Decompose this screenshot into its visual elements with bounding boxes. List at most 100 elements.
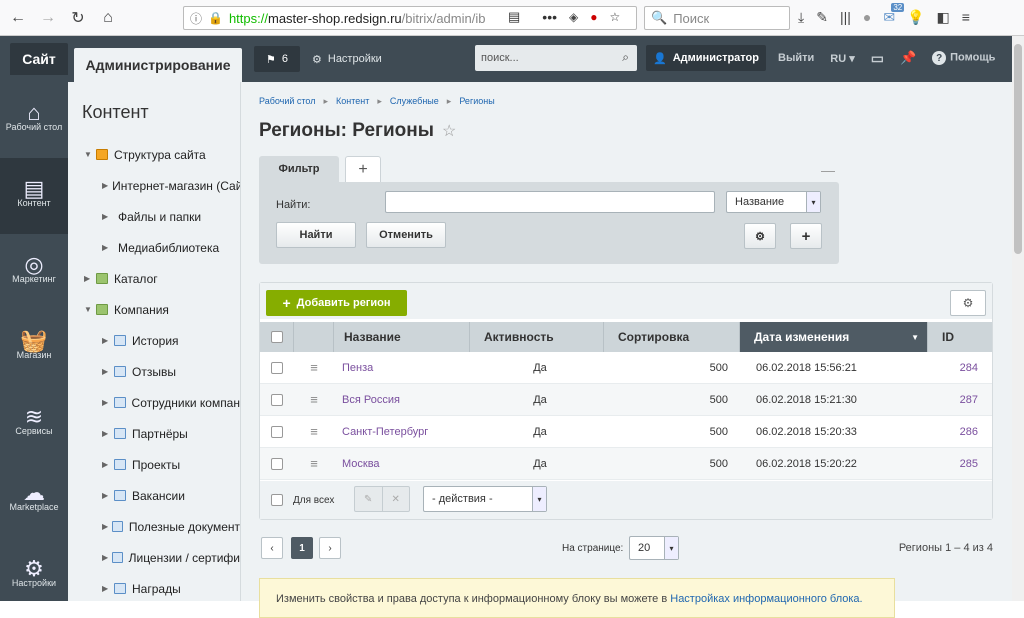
grid-settings-button[interactable]: ⚙ bbox=[950, 290, 986, 316]
row-id[interactable]: 285 bbox=[928, 458, 992, 470]
leftbar-item-content[interactable]: ▤ Контент bbox=[0, 158, 68, 234]
breadcrumb-item[interactable]: Рабочий стол bbox=[259, 96, 316, 107]
table-row[interactable]: ≡ Москва Да 500 06.02.2018 15:20:22 285 bbox=[260, 448, 992, 480]
logout-link[interactable]: Выйти bbox=[778, 52, 814, 64]
menu-item[interactable]: ▼ Структура сайта bbox=[68, 139, 240, 170]
chevron-down-icon[interactable]: ▼ bbox=[84, 150, 96, 159]
actions-select[interactable]: - действия - ▾ bbox=[423, 486, 547, 512]
chevron-right-icon[interactable]: ▶ bbox=[102, 584, 114, 593]
filter-settings-button[interactable]: ⚙ bbox=[744, 223, 776, 249]
add-region-button[interactable]: + Добавить регион bbox=[266, 290, 407, 316]
chevron-right-icon[interactable]: ▶ bbox=[102, 243, 114, 252]
menu-item[interactable]: ▶ Полезные документ bbox=[68, 511, 240, 542]
menu-item[interactable]: ▶ Лицензии / сертифи bbox=[68, 542, 240, 573]
filter-add-button[interactable]: + bbox=[790, 223, 822, 249]
row-menu-icon[interactable]: ≡ bbox=[294, 360, 334, 375]
for-all-checkbox[interactable] bbox=[271, 494, 283, 506]
menu-item[interactable]: ▶ Каталог bbox=[68, 263, 240, 294]
menu-item[interactable]: ▼ Компания bbox=[68, 294, 240, 325]
row-checkbox[interactable] bbox=[271, 457, 283, 470]
col-header-id[interactable]: ID bbox=[928, 322, 992, 352]
menu-item[interactable]: ▶ Отзывы bbox=[68, 356, 240, 387]
breadcrumb-item[interactable]: Служебные bbox=[390, 96, 439, 107]
delete-icon[interactable]: ✕ bbox=[383, 487, 410, 511]
bookmark-star-icon[interactable]: ☆ bbox=[610, 10, 621, 24]
download-icon[interactable]: ⤓ bbox=[798, 9, 804, 26]
scrollbar-thumb[interactable] bbox=[1014, 44, 1022, 254]
col-header-active[interactable]: Активность bbox=[470, 322, 604, 352]
row-name-link[interactable]: Вся Россия bbox=[334, 394, 470, 406]
chevron-right-icon[interactable]: ▶ bbox=[102, 181, 108, 190]
chevron-right-icon[interactable]: ▶ bbox=[102, 460, 114, 469]
reload-icon[interactable]: ↻ bbox=[66, 6, 90, 30]
breadcrumb-item[interactable]: Контент bbox=[336, 96, 369, 107]
menu-item[interactable]: ▶ Сотрудники компан bbox=[68, 387, 240, 418]
mail-icon[interactable]: ✉ 32 bbox=[883, 2, 905, 26]
user-button[interactable]: 👤 Администратор bbox=[646, 45, 766, 71]
prev-page-button[interactable]: ‹ bbox=[261, 537, 283, 559]
add-filter-tab-button[interactable]: + bbox=[345, 156, 381, 182]
leftbar-item-marketing[interactable]: ◎ Маркетинг bbox=[0, 234, 68, 310]
row-name-link[interactable]: Санкт-Петербург bbox=[334, 426, 470, 438]
screen-icon[interactable]: ▭ bbox=[871, 50, 884, 67]
leftbar-item-settings[interactable]: ⚙ Настройки bbox=[0, 538, 68, 614]
chevron-right-icon[interactable]: ▶ bbox=[102, 367, 114, 376]
back-icon[interactable]: ← bbox=[6, 6, 30, 30]
menu-icon[interactable]: ≡ bbox=[962, 9, 970, 25]
menu-item[interactable]: ▶ Проекты bbox=[68, 449, 240, 480]
globe-icon[interactable]: ● bbox=[863, 9, 871, 25]
chevron-right-icon[interactable]: ▶ bbox=[102, 429, 114, 438]
row-name-link[interactable]: Москва bbox=[334, 458, 470, 470]
table-row[interactable]: ≡ Пенза Да 500 06.02.2018 15:56:21 284 bbox=[260, 352, 992, 384]
ublock-icon[interactable]: ● bbox=[590, 10, 597, 24]
col-header-sort[interactable]: Сортировка bbox=[604, 322, 740, 352]
chevron-right-icon[interactable]: ▶ bbox=[102, 491, 114, 500]
next-page-button[interactable]: › bbox=[319, 537, 341, 559]
leftbar-item-desktop[interactable]: ⌂ Рабочий стол bbox=[0, 82, 68, 158]
chevron-down-icon[interactable]: ▼ bbox=[84, 305, 96, 314]
help-link[interactable]: ? Помощь bbox=[932, 51, 995, 65]
leftbar-item-services[interactable]: ≋ Сервисы bbox=[0, 386, 68, 462]
filter-tab[interactable]: Фильтр bbox=[259, 156, 339, 182]
row-name-link[interactable]: Пенза bbox=[334, 362, 470, 374]
chevron-right-icon[interactable]: ▶ bbox=[102, 522, 112, 531]
favorite-star-icon[interactable]: ☆ bbox=[442, 123, 456, 140]
home-browser-icon[interactable]: ⌂ bbox=[96, 6, 120, 30]
row-id[interactable]: 284 bbox=[928, 362, 992, 374]
lang-select[interactable]: RU ▾ bbox=[830, 52, 854, 65]
menu-item[interactable]: ▶ Медиабиблиотека bbox=[68, 232, 240, 263]
col-header-date[interactable]: Дата изменения ▼ bbox=[740, 322, 928, 352]
browser-search-input[interactable]: 🔍 Поиск bbox=[644, 6, 790, 30]
breadcrumb-item[interactable]: Регионы bbox=[459, 96, 494, 107]
collapse-filter-icon[interactable]: — bbox=[821, 162, 835, 178]
more-icon[interactable]: ••• bbox=[542, 9, 557, 25]
row-menu-icon[interactable]: ≡ bbox=[294, 424, 334, 439]
table-row[interactable]: ≡ Вся Россия Да 500 06.02.2018 15:21:30 287 bbox=[260, 384, 992, 416]
row-checkbox[interactable] bbox=[271, 425, 283, 438]
notifications-button[interactable]: ⚑ 6 bbox=[254, 46, 300, 72]
info-icon[interactable]: ⓘ bbox=[190, 10, 202, 27]
pocket-icon[interactable]: ◈ bbox=[569, 10, 578, 24]
find-button[interactable]: Найти bbox=[276, 222, 356, 248]
reader-icon[interactable]: ▤ bbox=[508, 9, 520, 25]
edit-icon[interactable]: ✎ bbox=[355, 487, 383, 511]
page-button-current[interactable]: 1 bbox=[291, 537, 313, 559]
menu-item[interactable]: ▶ История bbox=[68, 325, 240, 356]
bulb-icon[interactable]: 💡 bbox=[907, 9, 924, 26]
row-id[interactable]: 286 bbox=[928, 426, 992, 438]
row-checkbox[interactable] bbox=[271, 361, 283, 374]
cancel-button[interactable]: Отменить bbox=[366, 222, 446, 248]
admin-search-input[interactable]: поиск... ⌕ bbox=[475, 45, 637, 71]
menu-item[interactable]: ▶ Награды bbox=[68, 573, 240, 601]
chevron-right-icon[interactable]: ▶ bbox=[102, 212, 114, 221]
menu-item[interactable]: ▶ Интернет-магазин (Сайт bbox=[68, 170, 240, 201]
chevron-right-icon[interactable]: ▶ bbox=[84, 274, 96, 283]
menu-item[interactable]: ▶ Файлы и папки bbox=[68, 201, 240, 232]
select-all-checkbox[interactable] bbox=[270, 331, 283, 343]
library-icon[interactable]: ||| bbox=[840, 9, 851, 25]
chevron-right-icon[interactable]: ▶ bbox=[102, 398, 114, 407]
row-menu-icon[interactable]: ≡ bbox=[294, 392, 334, 407]
find-input[interactable] bbox=[385, 191, 715, 213]
wrench-icon[interactable]: ✎ bbox=[816, 9, 828, 26]
row-checkbox[interactable] bbox=[271, 393, 283, 406]
